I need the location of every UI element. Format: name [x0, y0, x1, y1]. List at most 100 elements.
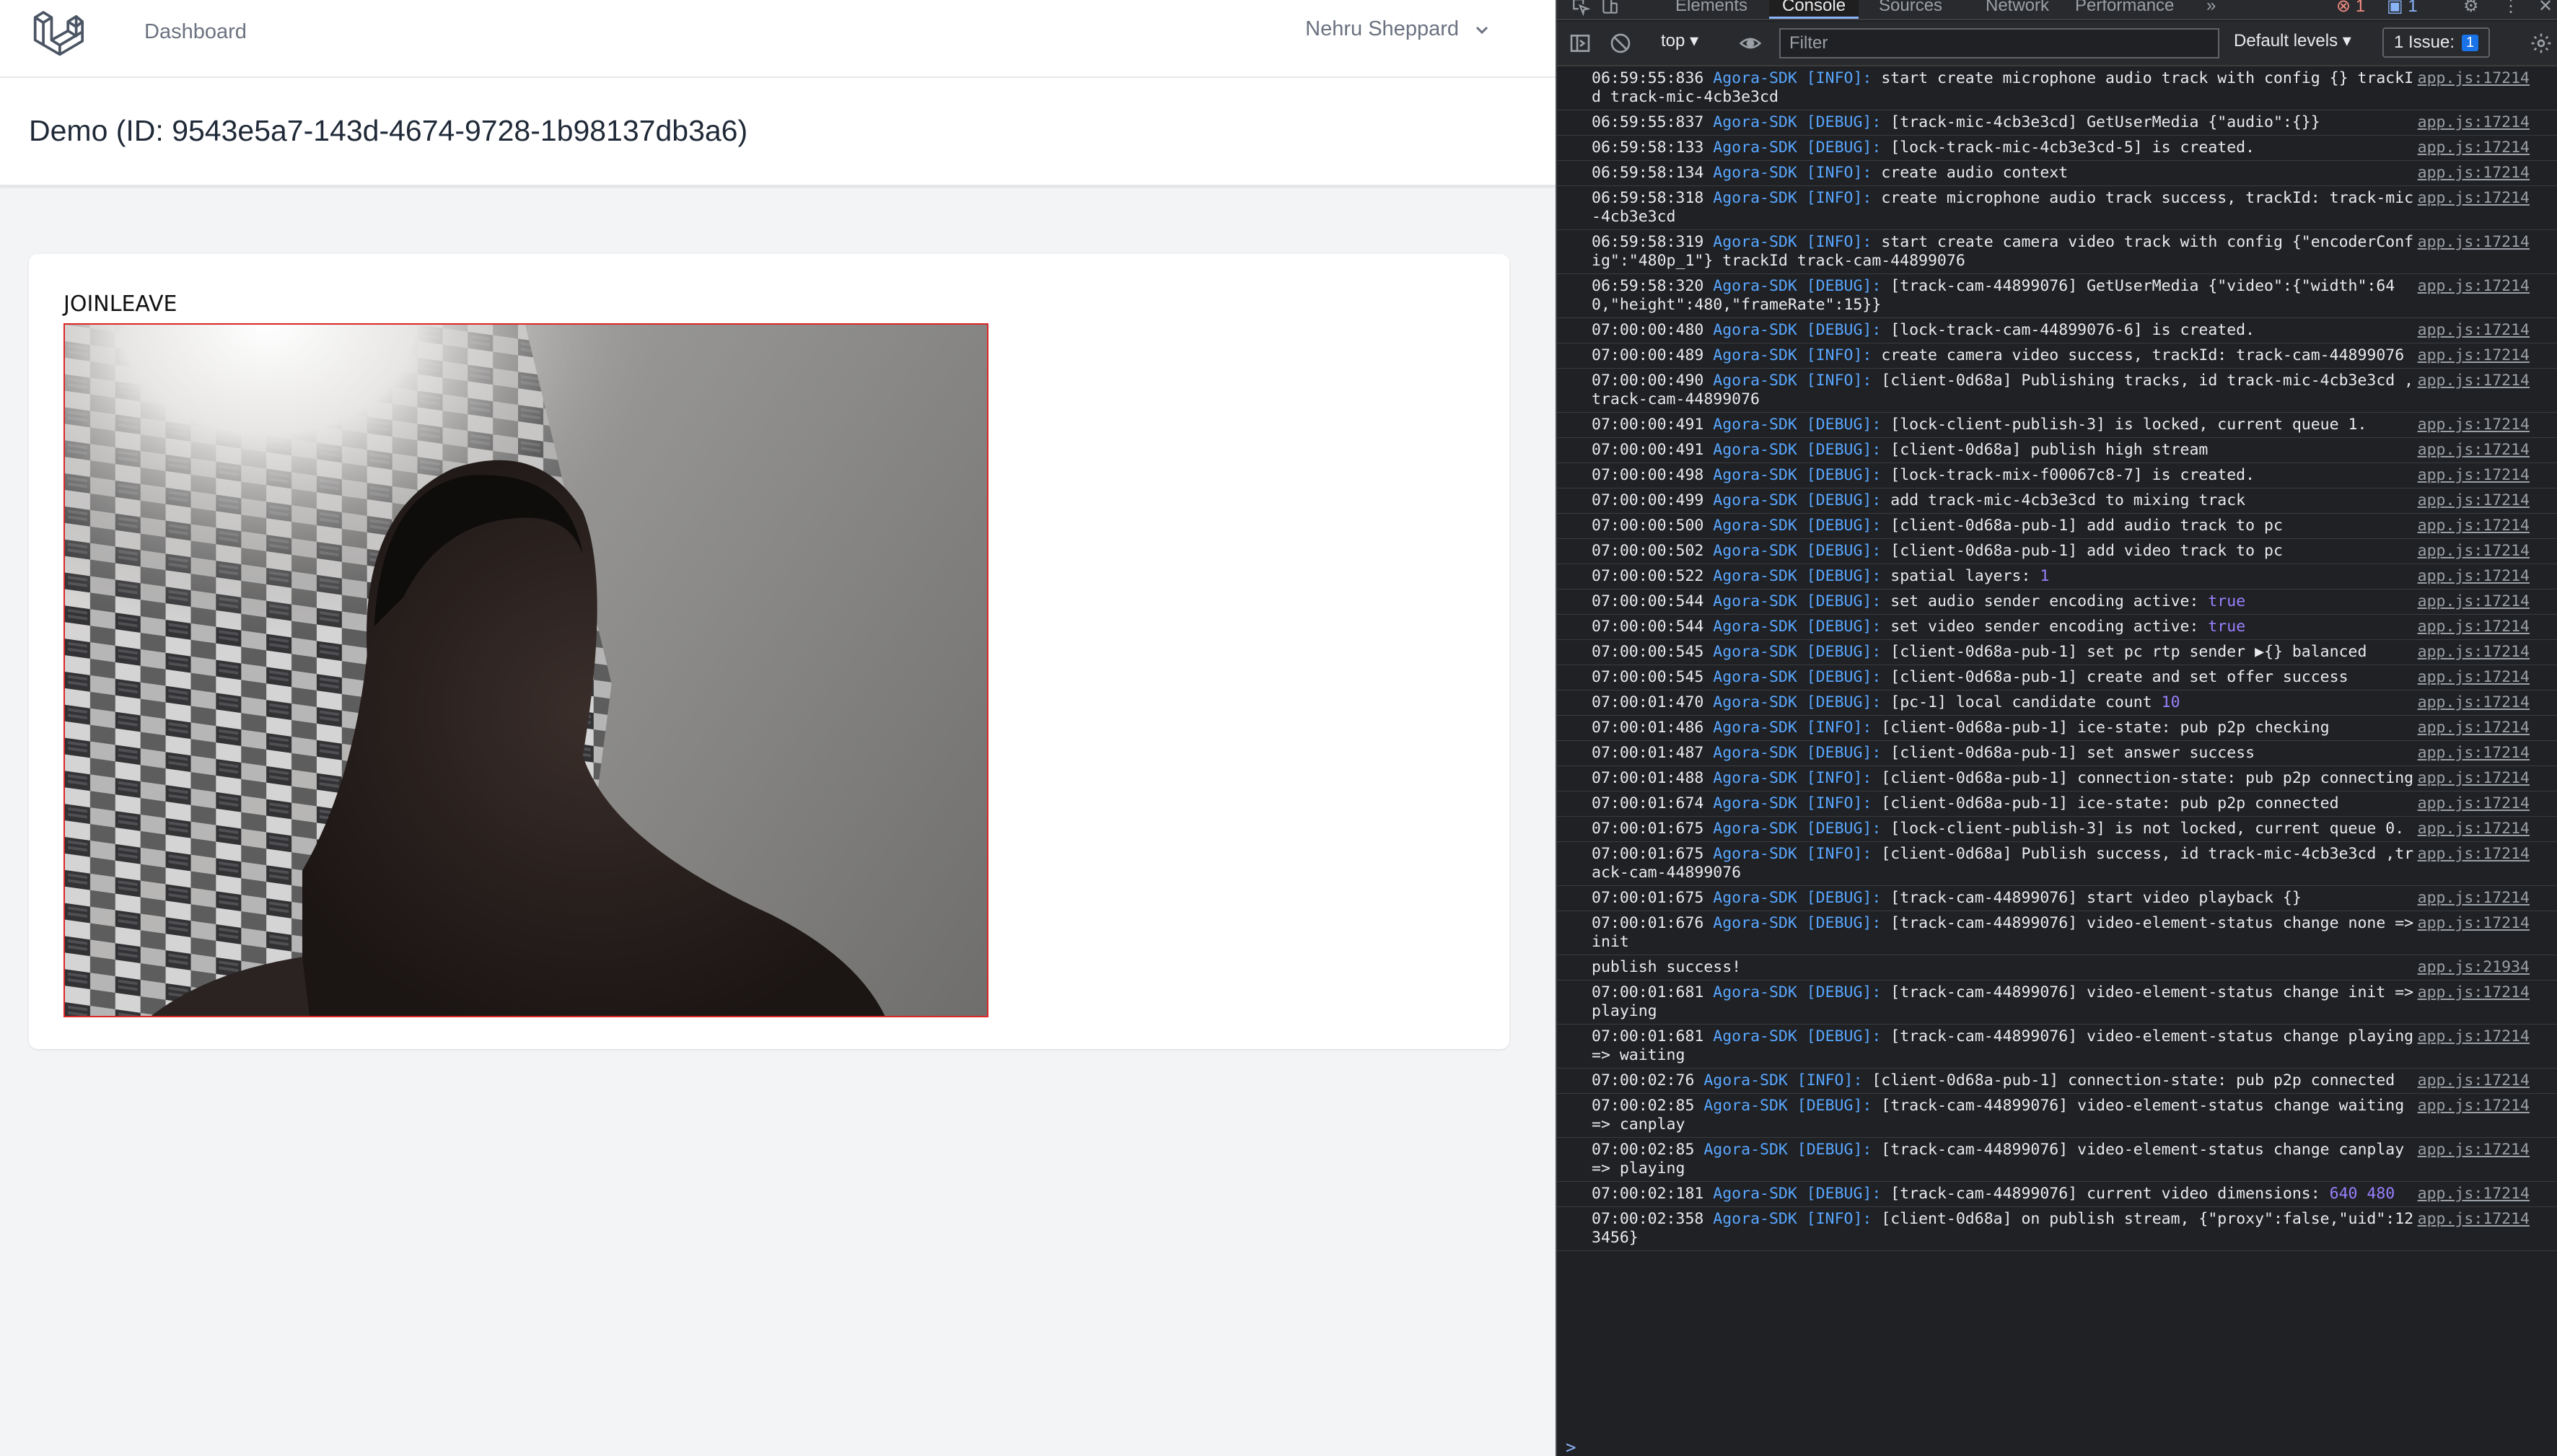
log-source-link[interactable]: app.js:17214: [2418, 113, 2530, 132]
message-count-badge[interactable]: ▣ 1: [2387, 0, 2418, 19]
log-source-link[interactable]: app.js:17214: [2418, 668, 2530, 687]
user-menu[interactable]: Nehru Sheppard: [1305, 17, 1491, 41]
console-log-row: 06:59:58:133 Agora-SDK [DEBUG]: [lock-tr…: [1557, 136, 2557, 161]
log-source-link[interactable]: app.js:17214: [2418, 416, 2530, 434]
log-message: [client-0d68a-pub-1] connection-state: p…: [1872, 1071, 2395, 1089]
console-filter-input[interactable]: [1779, 28, 2219, 58]
log-timestamp: 07:00:00:544: [1592, 618, 1704, 636]
log-source-tag: Agora-SDK [INFO]:: [1713, 794, 1872, 812]
log-source-link[interactable]: app.js:17214: [2418, 618, 2530, 636]
log-source-link[interactable]: app.js:17214: [2418, 1027, 2530, 1046]
log-source-link[interactable]: app.js:17214: [2418, 567, 2530, 586]
log-source-link[interactable]: app.js:17214: [2418, 794, 2530, 813]
call-controls: JOIN LEAVE: [63, 291, 177, 317]
log-source-link[interactable]: app.js:17214: [2418, 719, 2530, 737]
log-value: 1: [2040, 567, 2050, 585]
log-message: [client-0d68a-pub-1] ice-state: pub p2p …: [1881, 794, 2339, 812]
sidebar-toggle-icon[interactable]: [1569, 32, 1592, 55]
leave-button[interactable]: LEAVE: [110, 291, 177, 317]
console-log-row: 07:00:00:489 Agora-SDK [INFO]: create ca…: [1557, 343, 2557, 369]
log-source-link[interactable]: app.js:17214: [2418, 845, 2530, 864]
application-pane: Dashboard Nehru Sheppard Demo (ID: 9543e…: [0, 0, 1556, 1456]
log-source-link[interactable]: app.js:17214: [2418, 1210, 2530, 1229]
close-devtools-icon[interactable]: ✕: [2538, 0, 2553, 19]
log-source-tag: Agora-SDK [DEBUG]:: [1713, 668, 1882, 686]
tab-elements[interactable]: Elements: [1675, 0, 1747, 19]
tab-console[interactable]: Console: [1769, 0, 1859, 19]
log-source-tag: Agora-SDK [DEBUG]:: [1713, 416, 1882, 434]
device-toolbar-icon[interactable]: [1600, 0, 1619, 16]
log-source-tag: Agora-SDK [DEBUG]:: [1713, 466, 1882, 484]
log-source-tag: Agora-SDK [INFO]:: [1713, 372, 1872, 390]
clear-console-icon[interactable]: [1609, 32, 1632, 55]
log-source-link[interactable]: app.js:21934: [2418, 958, 2530, 977]
log-source-link[interactable]: app.js:17214: [2418, 820, 2530, 838]
log-levels-dropdown[interactable]: Default levels ▾: [2234, 30, 2351, 51]
console-log-row: 06:59:58:319 Agora-SDK [INFO]: start cre…: [1557, 230, 2557, 274]
settings-gear-icon[interactable]: ⚙: [2463, 0, 2479, 19]
dashboard-link[interactable]: Dashboard: [144, 20, 247, 44]
log-source-link[interactable]: app.js:17214: [2418, 372, 2530, 390]
log-message: [pc-1] local candidate count: [1890, 693, 2162, 711]
log-source-link[interactable]: app.js:17214: [2418, 592, 2530, 611]
log-source-tag: Agora-SDK [DEBUG]:: [1713, 491, 1882, 509]
log-source-link[interactable]: app.js:17214: [2418, 491, 2530, 510]
log-message: [client-0d68a-pub-1] add audio track to …: [1890, 517, 2283, 535]
log-source-link[interactable]: app.js:17214: [2418, 233, 2530, 252]
log-message: set video sender encoding active:: [1890, 618, 2209, 636]
log-source-link[interactable]: app.js:17214: [2418, 914, 2530, 933]
log-timestamp: 06:59:58:319: [1592, 233, 1704, 251]
log-message: [lock-track-mix-f00067c8-7] is created.: [1890, 466, 2255, 484]
user-name: Nehru Sheppard: [1305, 17, 1459, 40]
log-source-tag: Agora-SDK [INFO]:: [1713, 69, 1872, 87]
log-source-link[interactable]: app.js:17214: [2418, 346, 2530, 365]
log-source-link[interactable]: app.js:17214: [2418, 1141, 2530, 1159]
log-source-link[interactable]: app.js:17214: [2418, 139, 2530, 157]
error-count-badge[interactable]: ⊗ 1: [2336, 0, 2365, 19]
console-prompt[interactable]: >: [1566, 1437, 1576, 1456]
log-source-link[interactable]: app.js:17214: [2418, 983, 2530, 1002]
log-source-tag: Agora-SDK [INFO]:: [1713, 189, 1872, 207]
log-source-link[interactable]: app.js:17214: [2418, 277, 2530, 296]
log-source-link[interactable]: app.js:17214: [2418, 164, 2530, 183]
log-source-link[interactable]: app.js:17214: [2418, 643, 2530, 662]
log-source-link[interactable]: app.js:17214: [2418, 744, 2530, 763]
log-source-link[interactable]: app.js:17214: [2418, 69, 2530, 88]
context-selector[interactable]: top ▾: [1661, 30, 1698, 51]
log-source-link[interactable]: app.js:17214: [2418, 466, 2530, 485]
log-source-tag: Agora-SDK [DEBUG]:: [1713, 693, 1882, 711]
log-source-link[interactable]: app.js:17214: [2418, 769, 2530, 788]
log-source-link[interactable]: app.js:17214: [2418, 889, 2530, 908]
tab-sources[interactable]: Sources: [1879, 0, 1942, 19]
log-source-link[interactable]: app.js:17214: [2418, 441, 2530, 460]
log-source-link[interactable]: app.js:17214: [2418, 189, 2530, 208]
log-source-link[interactable]: app.js:17214: [2418, 517, 2530, 535]
console-log-row: 07:00:01:676 Agora-SDK [DEBUG]: [track-c…: [1557, 911, 2557, 955]
inspect-element-icon[interactable]: [1571, 0, 1590, 16]
issues-button[interactable]: 1 Issue: 1: [2382, 27, 2491, 58]
log-source-link[interactable]: app.js:17214: [2418, 321, 2530, 340]
console-settings-gear-icon[interactable]: [2530, 32, 2553, 55]
laravel-logo-icon[interactable]: [32, 7, 84, 61]
log-source-link[interactable]: app.js:17214: [2418, 1071, 2530, 1090]
log-value: 10: [2161, 693, 2180, 711]
console-log-row: 07:00:01:675 Agora-SDK [DEBUG]: [lock-cl…: [1557, 817, 2557, 842]
devtools-tab-bar: Elements Console Sources Network Perform…: [1557, 0, 2557, 20]
live-expression-eye-icon[interactable]: [1739, 32, 1762, 55]
more-tabs-button[interactable]: »: [2206, 0, 2216, 19]
tab-performance[interactable]: Performance: [2075, 0, 2174, 19]
tab-network[interactable]: Network: [1986, 0, 2049, 19]
log-source-link[interactable]: app.js:17214: [2418, 1185, 2530, 1203]
log-source-link[interactable]: app.js:17214: [2418, 1097, 2530, 1115]
more-options-icon[interactable]: ⋮: [2502, 0, 2519, 19]
console-log-row: 07:00:00:545 Agora-SDK [DEBUG]: [client-…: [1557, 665, 2557, 690]
log-source-link[interactable]: app.js:17214: [2418, 693, 2530, 712]
log-source-link[interactable]: app.js:17214: [2418, 542, 2530, 561]
log-timestamp: 07:00:01:681: [1592, 983, 1704, 1001]
log-timestamp: 07:00:01:486: [1592, 719, 1704, 737]
log-source-tag: Agora-SDK [DEBUG]:: [1713, 889, 1882, 907]
join-button[interactable]: JOIN: [63, 291, 110, 317]
console-log-row: 07:00:00:502 Agora-SDK [DEBUG]: [client-…: [1557, 539, 2557, 564]
log-message: [client-0d68a-pub-1] ice-state: pub p2p …: [1881, 719, 2330, 737]
console-log-row: 06:59:58:134 Agora-SDK [INFO]: create au…: [1557, 161, 2557, 186]
